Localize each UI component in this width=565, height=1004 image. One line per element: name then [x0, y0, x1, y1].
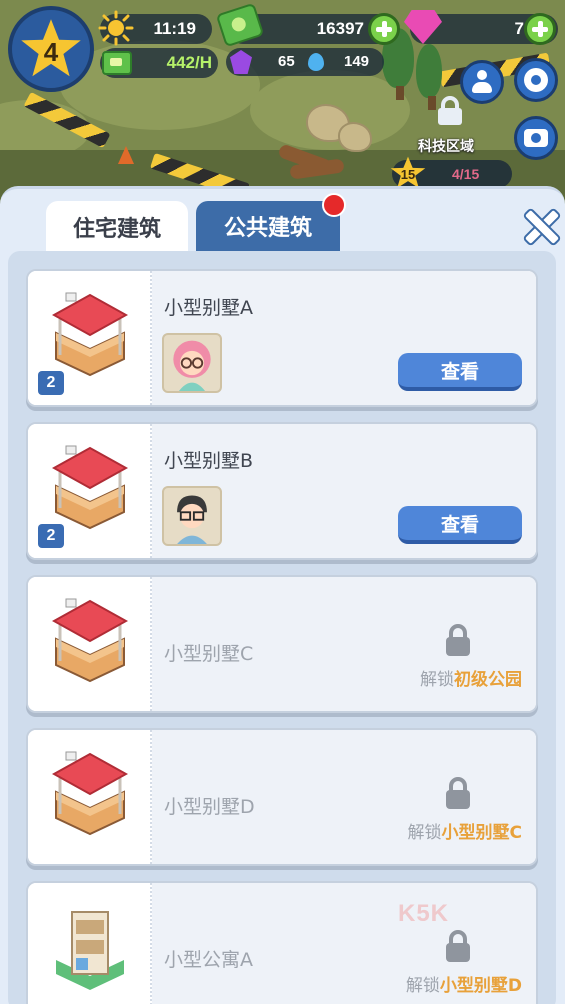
tab-public[interactable]: 公共建筑 — [196, 201, 340, 251]
building-thumbnail: 2 — [28, 424, 152, 558]
resident-avatar — [162, 333, 222, 393]
zone-label[interactable]: 科技区域 — [418, 136, 474, 156]
person-icon — [471, 70, 493, 94]
building-card-locked: 小型别墅D 解锁小型别墅C — [26, 728, 538, 866]
lock-icon — [446, 777, 470, 809]
water-amount: 149 — [344, 53, 370, 70]
villa-icon — [52, 751, 128, 836]
resource-display: 65 149 — [226, 48, 384, 76]
income-cash-icon — [102, 51, 132, 75]
view-button[interactable]: 查看 — [398, 353, 522, 391]
building-list[interactable]: 2 小型别墅A 查看 2 小型别墅B 查看 小型别墅C 解锁初级公园 小型别墅D… — [8, 251, 556, 1004]
building-thumbnail — [28, 730, 152, 864]
income-rate-display: 442/H — [100, 48, 218, 78]
water-drop-icon — [308, 53, 324, 71]
building-thumbnail — [28, 883, 152, 1004]
traffic-cone — [118, 146, 134, 164]
zone-progress-value: 4/15 — [452, 166, 480, 182]
income-rate: 442/H — [166, 53, 212, 72]
building-card: 2 小型别墅B 查看 — [26, 422, 538, 560]
building-count: 2 — [38, 524, 64, 548]
player-level-badge[interactable]: 4 — [8, 6, 94, 92]
building-name: 小型别墅A — [164, 297, 253, 319]
villa-icon — [52, 445, 128, 530]
building-thumbnail — [28, 577, 152, 711]
zone-level: 15 — [400, 167, 416, 182]
building-panel: 住宅建筑 公共建筑 2 小型别墅A 查看 2 小型别墅B 查看 小型别墅C 解锁… — [0, 186, 565, 1004]
rock — [338, 122, 372, 152]
camera-button[interactable] — [514, 116, 558, 160]
building-card-locked: 小型公寓A 解锁小型别墅D — [26, 881, 538, 1004]
villa-icon — [52, 292, 128, 377]
building-name: 小型别墅C — [164, 643, 254, 665]
zone-progress: 15 4/15 — [390, 156, 512, 188]
sun-icon — [98, 10, 134, 46]
unlock-requirement: 解锁小型别墅D — [405, 976, 522, 996]
building-name: 小型别墅B — [164, 450, 254, 472]
money-amount: 16397 — [316, 19, 364, 38]
star-icon: 4 — [21, 19, 81, 77]
time-display: 11:19 — [98, 10, 212, 46]
building-name: 小型别墅D — [164, 796, 255, 818]
settings-button[interactable] — [514, 58, 558, 102]
resident-avatar — [162, 486, 222, 546]
unlock-requirement: 解锁初级公园 — [420, 670, 522, 690]
lock-icon — [446, 624, 470, 656]
gem-amount: 7 — [514, 19, 524, 38]
crystal-amount: 65 — [278, 53, 295, 70]
tab-residential[interactable]: 住宅建筑 — [46, 201, 188, 253]
notification-dot — [322, 193, 346, 217]
add-money-button[interactable] — [368, 13, 400, 45]
player-level: 4 — [43, 36, 59, 67]
game-time: 11:19 — [153, 19, 196, 38]
building-name: 小型公寓A — [164, 949, 253, 971]
gear-icon — [524, 68, 548, 92]
building-card-locked: 小型别墅C 解锁初级公园 — [26, 575, 538, 713]
apartment-icon — [56, 911, 124, 990]
view-button[interactable]: 查看 — [398, 506, 522, 544]
tree — [416, 44, 442, 110]
close-button[interactable] — [520, 205, 560, 245]
building-count: 2 — [38, 371, 64, 395]
add-gems-button[interactable] — [524, 13, 556, 45]
woman-pink-hair-avatar-icon — [173, 340, 211, 391]
watermark: K5K — [398, 900, 450, 927]
unlock-requirement: 解锁小型别墅C — [407, 823, 522, 843]
building-thumbnail: 2 — [28, 271, 152, 405]
villa-icon — [52, 598, 128, 683]
man-glasses-avatar-icon — [177, 495, 207, 544]
crystal-icon — [230, 50, 252, 74]
zone-lock-icon — [438, 96, 462, 125]
friends-button[interactable] — [460, 60, 504, 104]
camera-icon — [524, 129, 548, 147]
lock-icon — [446, 930, 470, 962]
building-card: 2 小型别墅A 查看 — [26, 269, 538, 407]
